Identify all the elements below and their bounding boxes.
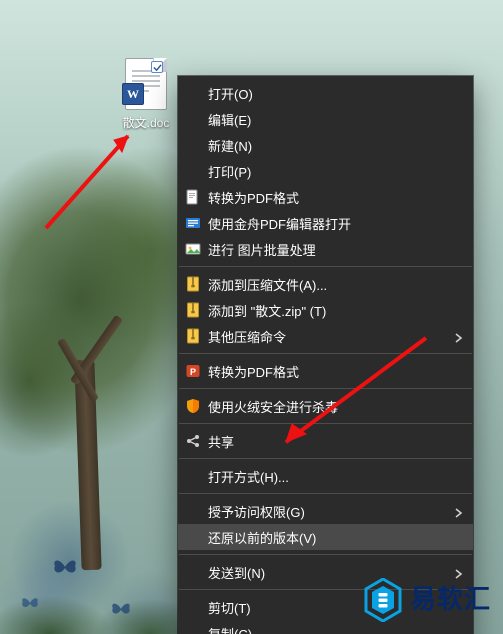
no-icon: [185, 468, 201, 484]
menu-item-edit[interactable]: 编辑(E): [178, 106, 473, 132]
menu-item-open-with[interactable]: 打开方式(H)...: [178, 463, 473, 489]
menu-item-batch-img[interactable]: 进行 图片批量处理: [178, 236, 473, 262]
chevron-right-icon: [455, 331, 463, 341]
menu-item-label: 打开方式(H)...: [208, 467, 459, 486]
no-icon: [185, 599, 201, 615]
no-icon: [185, 111, 201, 127]
menu-item-restore-prev[interactable]: 还原以前的版本(V): [178, 524, 473, 550]
menu-item-label: 其他压缩命令: [208, 327, 459, 346]
menu-item-new[interactable]: 新建(N): [178, 132, 473, 158]
menu-item-label: 使用火绒安全进行杀毒: [208, 397, 459, 416]
menu-item-label: 转换为PDF格式: [208, 362, 459, 381]
menu-separator: [179, 458, 472, 459]
menu-item-grant-access[interactable]: 授予访问权限(G): [178, 498, 473, 524]
checkbox-icon: [151, 61, 163, 73]
menu-item-open[interactable]: 打开(O): [178, 80, 473, 106]
menu-item-label: 打开(O): [208, 84, 459, 103]
menu-item-label: 编辑(E): [208, 110, 459, 129]
menu-item-add-archive[interactable]: 添加到压缩文件(A)...: [178, 271, 473, 297]
archive-icon: [185, 302, 201, 318]
shield-icon: [185, 398, 201, 414]
menu-item-label: 使用金舟PDF编辑器打开: [208, 214, 459, 233]
menu-item-other-zip[interactable]: 其他压缩命令: [178, 323, 473, 349]
menu-item-label: 添加到压缩文件(A)...: [208, 275, 459, 294]
menu-item-label: 进行 图片批量处理: [208, 240, 459, 259]
menu-item-huorong[interactable]: 使用火绒安全进行杀毒: [178, 393, 473, 419]
menu-item-add-zip[interactable]: 添加到 "散文.zip" (T): [178, 297, 473, 323]
word-badge-icon: W: [122, 83, 144, 105]
menu-item-label: 打印(P): [208, 162, 459, 181]
watermark-text: 易软汇: [410, 587, 491, 613]
context-menu: 打开(O) 编辑(E) 新建(N) 打印(P) 转换为PDF格式使用金舟PDF编辑器打开…: [178, 76, 473, 634]
chevron-right-icon: [455, 506, 463, 516]
menu-item-to-pdf[interactable]: 转换为PDF格式: [178, 184, 473, 210]
share-icon: [185, 433, 201, 449]
ppt-red-icon: P: [185, 363, 201, 379]
menu-item-label: 新建(N): [208, 136, 459, 155]
no-icon: [185, 503, 201, 519]
menu-separator: [179, 266, 472, 267]
menu-item-print[interactable]: 打印(P): [178, 158, 473, 184]
butterfly-icon: [110, 600, 132, 618]
watermark-logo-icon: [364, 578, 402, 622]
file-docx[interactable]: W 散文.doc: [115, 58, 177, 131]
menu-separator: [179, 423, 472, 424]
no-icon: [185, 625, 201, 634]
no-icon: [185, 137, 201, 153]
watermark: 易软汇: [364, 578, 491, 622]
pdf-page-icon: [185, 189, 201, 205]
menu-item-label: 添加到 "散文.zip" (T): [208, 301, 459, 320]
no-icon: [185, 529, 201, 545]
annotation-arrow: [36, 118, 156, 238]
file-thumbnail: W: [125, 58, 167, 110]
menu-item-label: 共享: [208, 432, 459, 451]
menu-separator: [179, 353, 472, 354]
pdf-editor-icon: [185, 215, 201, 231]
menu-item-to-pdf-2[interactable]: P 转换为PDF格式: [178, 358, 473, 384]
file-label: 散文.doc: [115, 114, 177, 131]
menu-item-jz-pdf[interactable]: 使用金舟PDF编辑器打开: [178, 210, 473, 236]
archive-icon: [185, 328, 201, 344]
menu-item-share[interactable]: 共享: [178, 428, 473, 454]
no-icon: [185, 163, 201, 179]
archive-icon: [185, 276, 201, 292]
desktop-wallpaper: W 散文.doc 打开(O) 编辑(E) 新建(N) 打印(P) 转换为PDF格式使用金…: [0, 0, 503, 634]
menu-item-label: 转换为PDF格式: [208, 188, 459, 207]
menu-separator: [179, 554, 472, 555]
svg-text:P: P: [190, 367, 196, 377]
menu-item-label: 授予访问权限(G): [208, 502, 459, 521]
menu-item-copy[interactable]: 复制(C): [178, 620, 473, 634]
menu-item-label: 还原以前的版本(V): [208, 528, 459, 547]
butterfly-icon: [20, 595, 40, 611]
image-batch-icon: [185, 241, 201, 257]
menu-separator: [179, 493, 472, 494]
menu-separator: [179, 388, 472, 389]
butterfly-icon: [52, 556, 78, 578]
chevron-right-icon: [455, 567, 463, 577]
no-icon: [185, 564, 201, 580]
no-icon: [185, 85, 201, 101]
menu-item-label: 复制(C): [208, 624, 459, 634]
